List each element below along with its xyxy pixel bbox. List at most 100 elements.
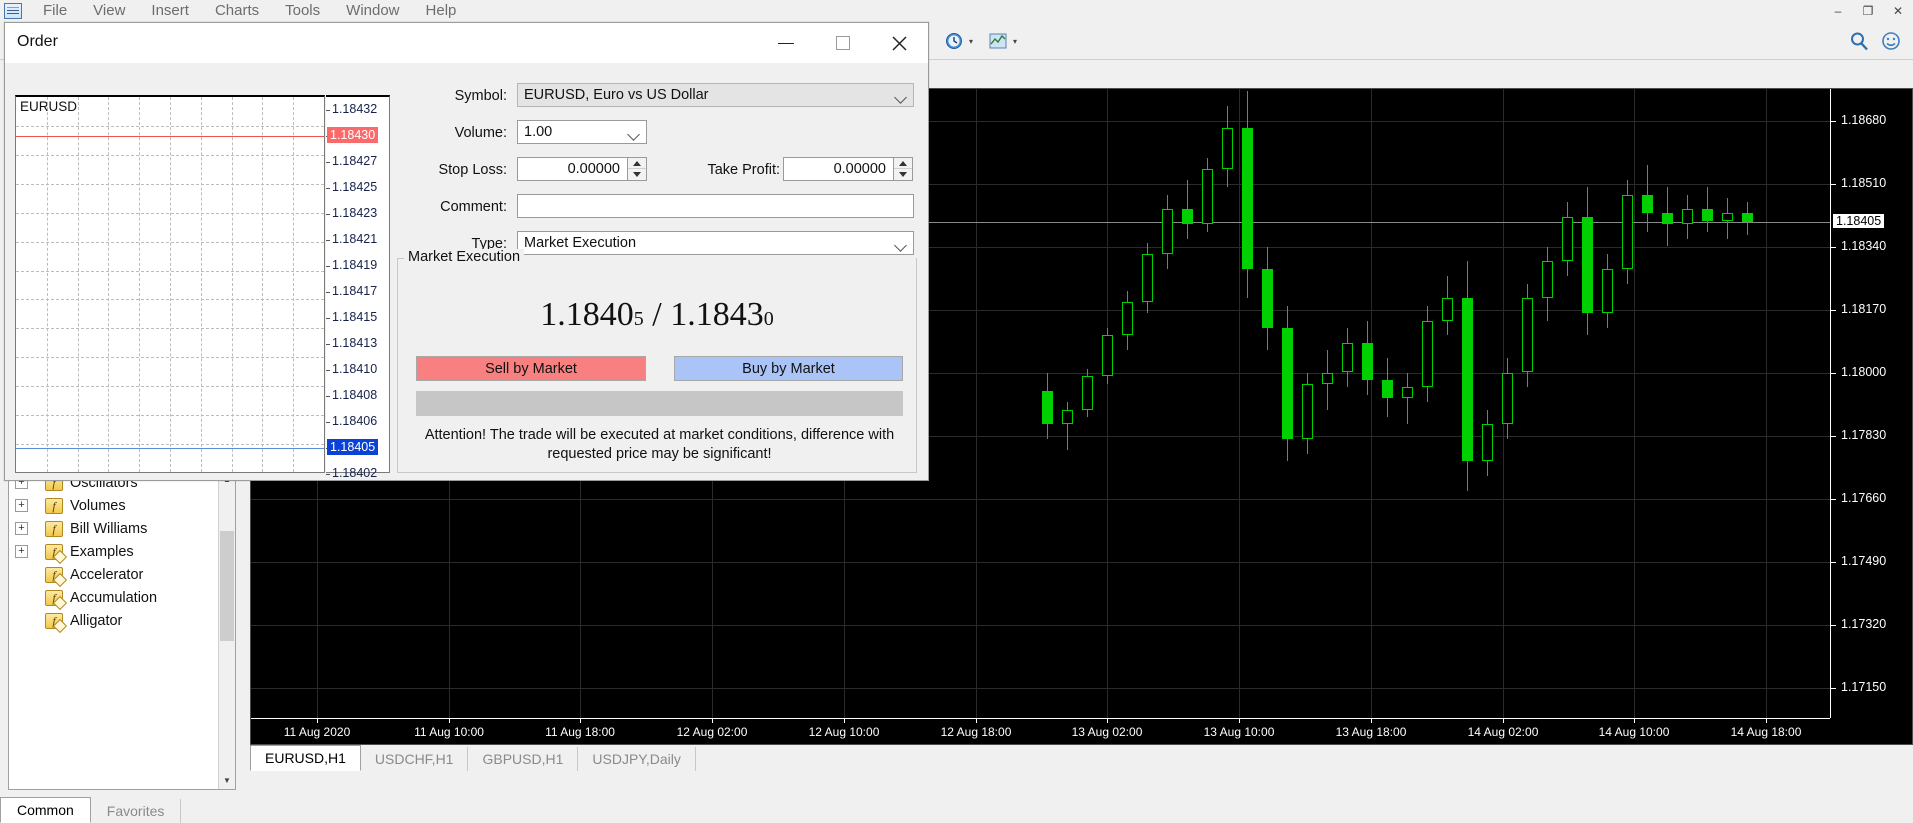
navigator-item-accumulation[interactable]: fAccumulation xyxy=(9,586,235,609)
candle-body xyxy=(1602,269,1613,313)
stop-loss-decrement[interactable] xyxy=(628,169,646,180)
menu-help[interactable]: Help xyxy=(413,0,470,22)
dialog-minimize-button[interactable] xyxy=(757,23,814,63)
tick-axis-label: 1.18421 xyxy=(332,232,377,246)
current-price-label: 1.18405 xyxy=(1833,214,1884,228)
stop-loss-increment[interactable] xyxy=(628,158,646,169)
dialog-maximize-button[interactable] xyxy=(814,23,871,63)
chart-price-axis[interactable]: 1.186801.185101.183401.181701.180001.178… xyxy=(1830,89,1912,718)
candle-body xyxy=(1122,302,1133,335)
navigator-item-label: Volumes xyxy=(70,498,126,514)
price-axis-tick xyxy=(1831,184,1836,185)
time-axis-tick xyxy=(449,719,450,723)
navigator-item-volumes[interactable]: +fVolumes xyxy=(9,494,235,517)
navigator-item-bill-williams[interactable]: +fBill Williams xyxy=(9,517,235,540)
navigator-tab-favorites[interactable]: Favorites xyxy=(91,799,182,823)
navigator-item-accelerator[interactable]: fAccelerator xyxy=(9,563,235,586)
chart-tab-usdchf-h1[interactable]: USDCHF,H1 xyxy=(361,747,469,771)
take-profit-input[interactable]: 0.00000 xyxy=(783,157,894,181)
menu-window[interactable]: Window xyxy=(333,0,412,22)
tick-axis-label: 1.18432 xyxy=(332,102,377,116)
maximize-icon xyxy=(836,36,850,50)
price-axis-tick xyxy=(1831,121,1836,122)
take-profit-increment[interactable] xyxy=(894,158,912,169)
symbol-select[interactable]: EURUSD, Euro vs US Dollar xyxy=(517,83,914,107)
tick-gridline xyxy=(108,97,109,472)
chart-gridline xyxy=(1107,89,1108,718)
app-maximize-button[interactable]: ❐ xyxy=(1853,0,1883,22)
smiley-button[interactable] xyxy=(1877,28,1905,54)
navigator-item-examples[interactable]: +fExamples xyxy=(9,540,235,563)
app-close-button[interactable]: ✕ xyxy=(1883,0,1913,22)
type-select[interactable]: Market Execution xyxy=(517,231,914,255)
expand-icon[interactable]: + xyxy=(15,499,28,512)
chevron-down-icon[interactable] xyxy=(627,128,640,141)
time-axis-tick xyxy=(580,719,581,723)
chart-tab-gbpusd-h1[interactable]: GBPUSD,H1 xyxy=(468,747,578,771)
scrollbar-thumb[interactable] xyxy=(220,531,234,641)
zoom-button[interactable] xyxy=(1845,28,1873,54)
comment-input[interactable] xyxy=(517,194,914,218)
chart-gridline xyxy=(251,499,1830,500)
app-minimize-button[interactable]: – xyxy=(1823,0,1853,22)
chart-template-icon xyxy=(987,30,1009,52)
menu-tools[interactable]: Tools xyxy=(272,0,333,22)
tick-axis-tick xyxy=(326,214,330,215)
candle-body xyxy=(1182,209,1193,224)
navigator-tab-common[interactable]: Common xyxy=(0,797,91,823)
tick-chart-symbol: EURUSD xyxy=(20,99,77,114)
menu-view[interactable]: View xyxy=(80,0,138,22)
navigator-item-alligator[interactable]: fAlligator xyxy=(9,609,235,632)
bid-price-line xyxy=(16,448,324,449)
candle-body xyxy=(1222,128,1233,169)
chevron-down-icon[interactable] xyxy=(894,239,907,252)
tree-connector xyxy=(32,563,45,586)
template-caret-icon[interactable]: ▾ xyxy=(1009,37,1021,46)
tick-axis-label: 1.18402 xyxy=(332,466,377,480)
price-axis-label: 1.17660 xyxy=(1841,491,1886,505)
time-axis-tick xyxy=(1634,719,1635,723)
quote-display: 1.18405 / 1.18430 xyxy=(398,296,916,334)
tree-spacer xyxy=(15,614,28,627)
buy-by-market-button[interactable]: Buy by Market xyxy=(674,356,903,381)
expand-icon[interactable]: + xyxy=(15,522,28,535)
chart-tab-usdjpy-daily[interactable]: USDJPY,Daily xyxy=(578,747,695,771)
menu-insert[interactable]: Insert xyxy=(138,0,202,22)
metatrader-logo-icon xyxy=(4,3,22,19)
tick-axis-label: 1.18415 xyxy=(332,310,377,324)
template-button[interactable]: ▾ xyxy=(984,28,1024,54)
tick-bid-label: 1.18405 xyxy=(327,439,378,455)
order-dialog[interactable]: Order EURUSD 1.184321.184291.18 xyxy=(4,22,929,481)
period-caret-icon[interactable]: ▾ xyxy=(965,37,977,46)
take-profit-decrement[interactable] xyxy=(894,169,912,180)
tick-chart-price-axis: 1.184321.184291.184271.184251.184231.184… xyxy=(326,95,390,473)
stop-loss-stepper[interactable] xyxy=(628,157,647,181)
time-axis-label: 11 Aug 10:00 xyxy=(414,725,484,739)
navigator-scrollbar[interactable]: ▲ ▼ xyxy=(218,471,235,789)
sell-by-market-button[interactable]: Sell by Market xyxy=(416,356,646,381)
volume-select[interactable]: 1.00 xyxy=(517,120,647,144)
stop-loss-input[interactable]: 0.00000 xyxy=(517,157,628,181)
menu-charts[interactable]: Charts xyxy=(202,0,272,22)
chart-time-axis: 11 Aug 202011 Aug 10:0011 Aug 18:0012 Au… xyxy=(251,718,1830,744)
price-axis-tick xyxy=(1831,499,1836,500)
candle-body xyxy=(1322,373,1333,384)
dialog-title-bar[interactable]: Order xyxy=(5,23,928,63)
window-controls: – ❐ ✕ xyxy=(1823,0,1913,22)
scroll-down-icon[interactable]: ▼ xyxy=(219,772,235,789)
fx-doc-icon: f xyxy=(45,544,63,560)
period-button[interactable]: ▾ xyxy=(940,28,980,54)
expand-icon[interactable]: + xyxy=(15,545,28,558)
stop-loss-label: Stop Loss: xyxy=(438,162,507,178)
chart-gridline xyxy=(1634,89,1635,718)
tree-connector xyxy=(32,494,45,517)
dialog-close-button[interactable] xyxy=(871,23,928,63)
take-profit-stepper[interactable] xyxy=(894,157,913,181)
menu-file[interactable]: File xyxy=(30,0,80,22)
tick-chart[interactable]: EURUSD xyxy=(15,95,325,473)
navigator-tree[interactable]: +fOscillators+fVolumes+fBill Williams+fE… xyxy=(8,470,236,790)
chart-tab-eurusd-h1[interactable]: EURUSD,H1 xyxy=(250,745,361,771)
chevron-down-icon[interactable] xyxy=(894,91,907,104)
candle-body xyxy=(1062,410,1073,425)
dialog-title: Order xyxy=(17,33,58,51)
